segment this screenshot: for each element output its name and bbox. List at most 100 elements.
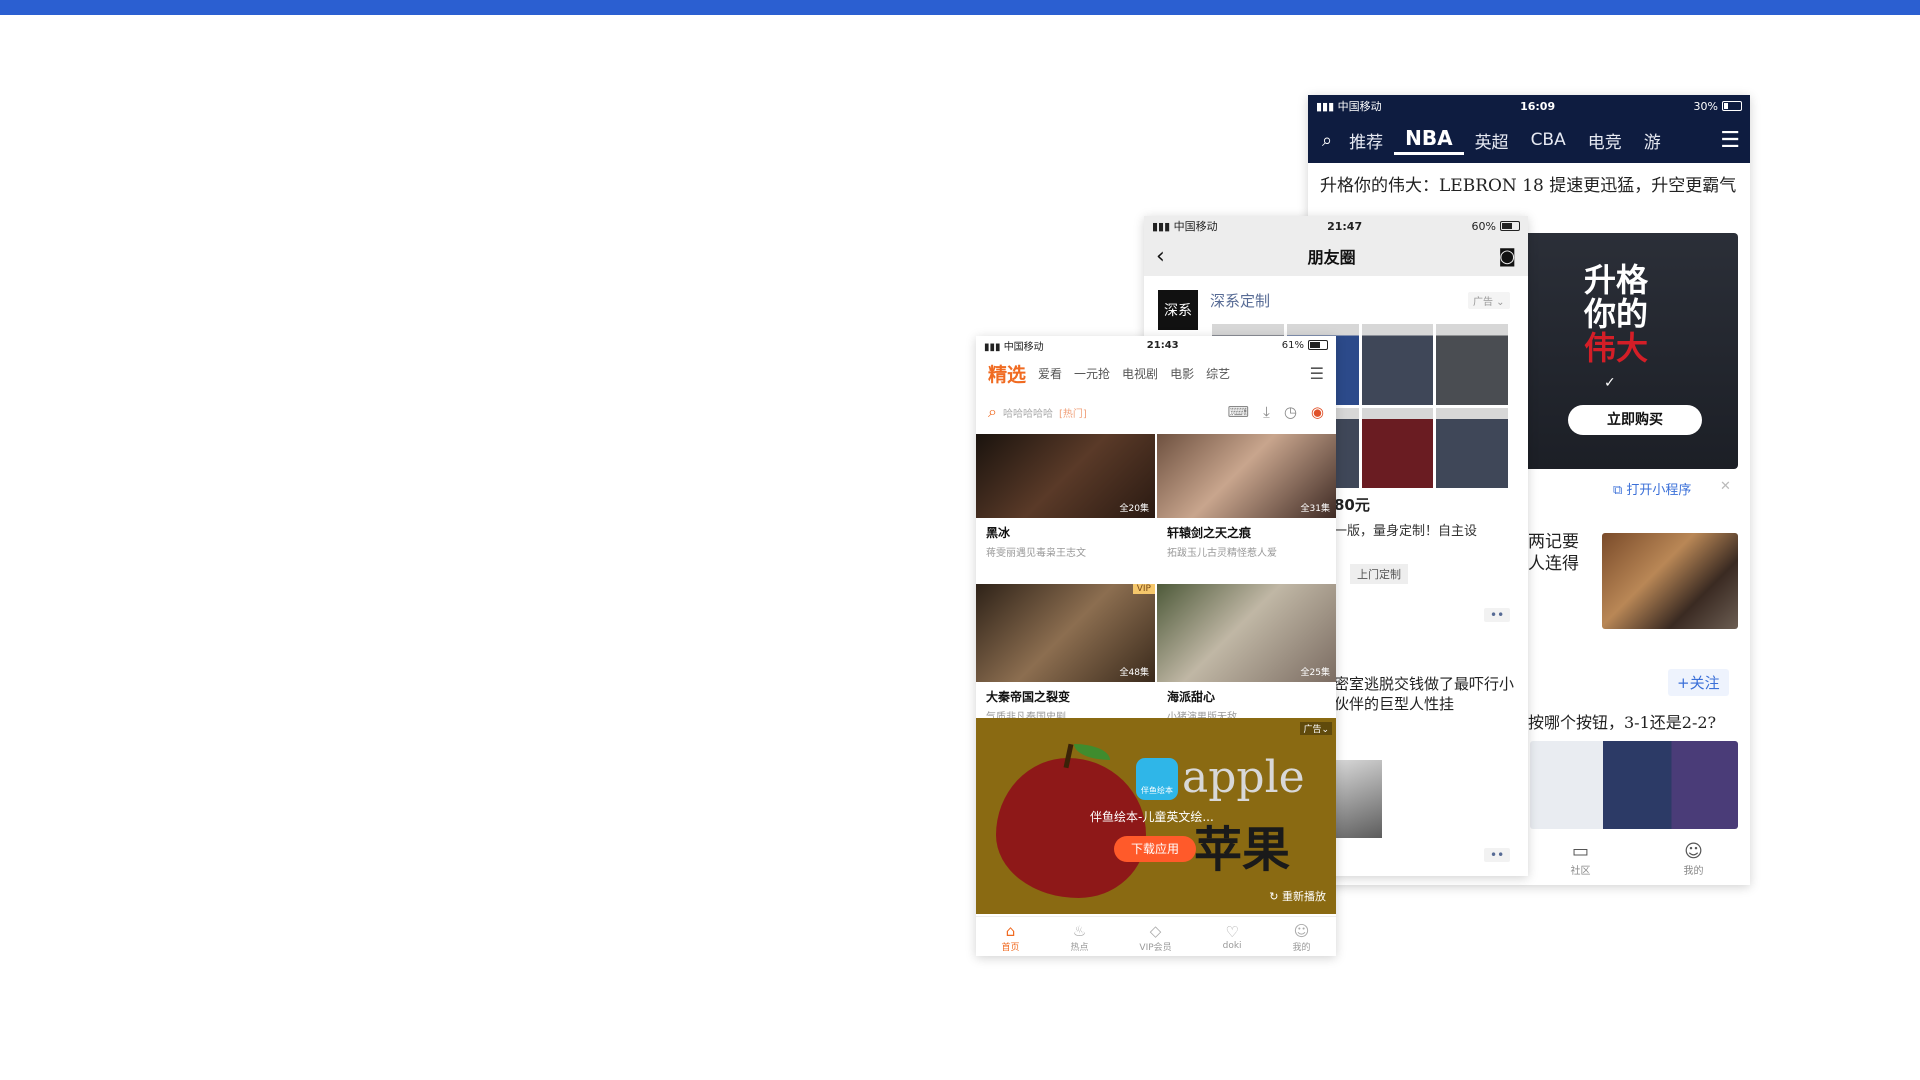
camera-icon[interactable]: ◙ <box>1499 246 1516 267</box>
chat-icon: ▭ <box>1571 841 1589 862</box>
video-card[interactable]: 全31集 轩辕剑之天之痕 拓跋玉儿古灵精怪惹人爱 <box>1157 434 1336 584</box>
post-question[interactable]: 按哪个按钮，3-1还是2-2? <box>1528 709 1716 733</box>
status-bar: ▮▮▮ 中国移动 21:47 60% <box>1144 216 1528 236</box>
nba-header: ▮▮▮ 中国移动 16:09 30% ⌕ 推荐 NBA 英超 CBA 电竞 游 … <box>1308 95 1750 163</box>
tab-nba[interactable]: NBA <box>1394 126 1464 155</box>
video-card[interactable]: 全25集 海派甜心 小猪演男版无敌 <box>1157 584 1336 734</box>
brand-avatar[interactable]: 深系 <box>1158 290 1198 330</box>
video-card[interactable]: VIP全48集 大秦帝国之裂变 气质非凡秦国史剧 <box>976 584 1155 734</box>
ad-tag[interactable]: 广告 ⌄ <box>1468 292 1510 309</box>
carrier-label: ▮▮▮ 中国移动 <box>1316 100 1382 113</box>
tab-home[interactable]: ⌂ 首页 <box>1001 922 1019 953</box>
carrier-label: ▮▮▮ 中国移动 <box>1152 220 1218 233</box>
ad-price: 80元 <box>1334 496 1370 514</box>
follow-button[interactable]: +关注 <box>1668 669 1729 696</box>
menu-icon[interactable]: ☰ <box>1310 364 1324 383</box>
news-snippet[interactable]: 两记要 人连得 <box>1528 531 1579 575</box>
search-bar[interactable]: ⌕ 哈哈哈哈哈 [热门] ⌨ ⤓ ◷ ◉ <box>976 392 1336 432</box>
vip-icon[interactable]: ◉ <box>1311 403 1324 421</box>
ad-word-english: apple <box>1182 752 1305 803</box>
replay-button[interactable]: ↻ 重新播放 <box>1269 888 1326 904</box>
user-icon: ☺ <box>1684 841 1703 862</box>
video-card[interactable]: 全20集 黑冰 蒋雯丽遇见毒枭王志文 <box>976 434 1155 584</box>
episode-badge: 全20集 <box>1119 504 1149 514</box>
bottom-tabbar: ⌂ 首页 ♨ 热点 ◇ VIP会员 ♡ doki ☺ 我的 <box>976 916 1336 956</box>
basketball-court-thumbnail[interactable] <box>1602 533 1738 629</box>
open-mini-program-link[interactable]: ⧉ 打开小程序 <box>1613 479 1691 498</box>
tab-one-yuan[interactable]: 一元抢 <box>1074 365 1110 382</box>
home-icon: ⌂ <box>1005 921 1016 940</box>
tab-movies[interactable]: 电影 <box>1170 365 1194 382</box>
video-grid: 全20集 黑冰 蒋雯丽遇见毒枭王志文 全31集 轩辕剑之天之痕 拓跋玉儿古灵精怪… <box>976 434 1336 734</box>
clock: 16:09 <box>1520 99 1556 113</box>
battery-percent: 61% <box>1281 339 1304 351</box>
history-icon[interactable]: ◷ <box>1284 403 1297 421</box>
page-title: 朋友圈 <box>1307 248 1356 267</box>
ad-app-name: 伴鱼绘本-儿童英文绘... <box>1090 810 1214 824</box>
tab-featured[interactable]: 精选 <box>988 360 1026 387</box>
tab-games[interactable]: 游 <box>1633 128 1672 153</box>
video-subtitle: 蒋雯丽遇见毒枭王志文 <box>986 548 1086 559</box>
ad-line-1: 升格 <box>1584 261 1649 299</box>
clock: 21:47 <box>1327 219 1363 233</box>
ad-line-2: 你的 <box>1584 295 1649 333</box>
video-thumbnail: 全25集 <box>1157 584 1336 682</box>
video-thumbnail: VIP 全48集 <box>976 584 1155 682</box>
tab-premier-league[interactable]: 英超 <box>1464 128 1520 153</box>
tab-esports[interactable]: 电竞 <box>1577 128 1633 153</box>
post-thumbnail[interactable] <box>1334 760 1382 838</box>
status-bar: ▮▮▮ 中国移动 16:09 30% <box>1308 95 1750 117</box>
nba-tab-bar: ⌕ 推荐 NBA 英超 CBA 电竞 游 ☰ <box>1308 117 1750 163</box>
nike-ad-card[interactable]: 升格 你的 伟大 ✓ 立即购买 <box>1524 233 1738 469</box>
carrier-label: ▮▮▮ 中国移动 <box>984 341 1044 353</box>
tab-doki[interactable]: ♡ doki <box>1223 923 1242 951</box>
search-placeholder: 哈哈哈哈哈 <box>1002 408 1053 420</box>
search-icon[interactable]: ⌕ <box>1318 130 1338 151</box>
menu-icon[interactable]: ☰ <box>1720 128 1740 153</box>
app-icon: 伴鱼绘本 <box>1136 758 1178 800</box>
more-actions-icon[interactable]: •• <box>1484 848 1511 862</box>
tab-recommend[interactable]: 推荐 <box>1338 128 1394 153</box>
video-title: 海派甜心 <box>1167 690 1216 704</box>
ad-tag[interactable]: 广告⌄ <box>1300 722 1332 735</box>
brand-name-link[interactable]: 深系定制 <box>1210 290 1270 311</box>
nike-swoosh-icon: ✓ <box>1604 375 1616 391</box>
close-icon[interactable]: ✕ <box>1720 479 1731 494</box>
flame-icon: ♨ <box>1072 921 1087 940</box>
battery-icon <box>1722 101 1742 111</box>
channel-tabs: 精选 爱看 一元抢 电视剧 电影 综艺 ☰ <box>976 354 1336 392</box>
tencent-video-screenshot: ▮▮▮ 中国移动 21:43 61% 精选 爱看 一元抢 电视剧 电影 综艺 ☰… <box>976 336 1336 956</box>
post-images[interactable] <box>1530 741 1738 829</box>
wechat-nav-bar: ‹ 朋友圈 ◙ <box>1144 236 1528 276</box>
game-icon[interactable]: ⌨ <box>1228 403 1250 421</box>
tab-community[interactable]: ▭ 社区 <box>1571 841 1591 877</box>
tab-vip[interactable]: ◇ VIP会员 <box>1139 922 1171 953</box>
moments-post-text[interactable]: 密室逃脱交钱做了最吓行小伙伴的巨型人性挂 <box>1334 674 1524 714</box>
video-ad[interactable]: 伴鱼绘本 apple 苹果 伴鱼绘本-儿童英文绘... 下载应用 广告⌄ ↻ 重… <box>976 718 1336 914</box>
episode-badge: 全48集 <box>1119 668 1149 678</box>
custom-service-button[interactable]: 上门定制 <box>1350 564 1408 584</box>
download-icon[interactable]: ⤓ <box>1263 403 1270 421</box>
tab-hot[interactable]: ♨ 热点 <box>1070 922 1088 953</box>
video-thumbnail: 全31集 <box>1157 434 1336 518</box>
nba-bottom-tabbar: ▭ 社区 ☺ 我的 <box>1524 833 1750 885</box>
tab-me[interactable]: ☺ 我的 <box>1293 922 1311 953</box>
heart-icon: ♡ <box>1225 923 1239 941</box>
tab-cba[interactable]: CBA <box>1520 130 1577 150</box>
article-headline[interactable]: 升格你的伟大：LEBRON 18 提速更迅猛，升空更霸气 <box>1308 163 1750 199</box>
tab-aikan[interactable]: 爱看 <box>1038 365 1062 382</box>
slide-top-bar <box>0 0 1920 15</box>
buy-now-button[interactable]: 立即购买 <box>1568 405 1702 435</box>
search-hot-tag: [热门] <box>1058 408 1087 420</box>
tab-me[interactable]: ☺ 我的 <box>1684 841 1704 877</box>
download-app-button[interactable]: 下载应用 <box>1114 836 1196 862</box>
more-actions-icon[interactable]: •• <box>1484 608 1511 622</box>
battery-percent: 60% <box>1471 219 1496 233</box>
status-bar: ▮▮▮ 中国移动 21:43 61% <box>976 336 1336 354</box>
battery-icon <box>1500 221 1520 231</box>
episode-badge: 全25集 <box>1300 668 1330 678</box>
battery-percent: 30% <box>1693 99 1718 113</box>
tab-variety[interactable]: 综艺 <box>1206 365 1230 382</box>
back-icon[interactable]: ‹ <box>1156 244 1165 269</box>
tab-tv-series[interactable]: 电视剧 <box>1122 365 1158 382</box>
